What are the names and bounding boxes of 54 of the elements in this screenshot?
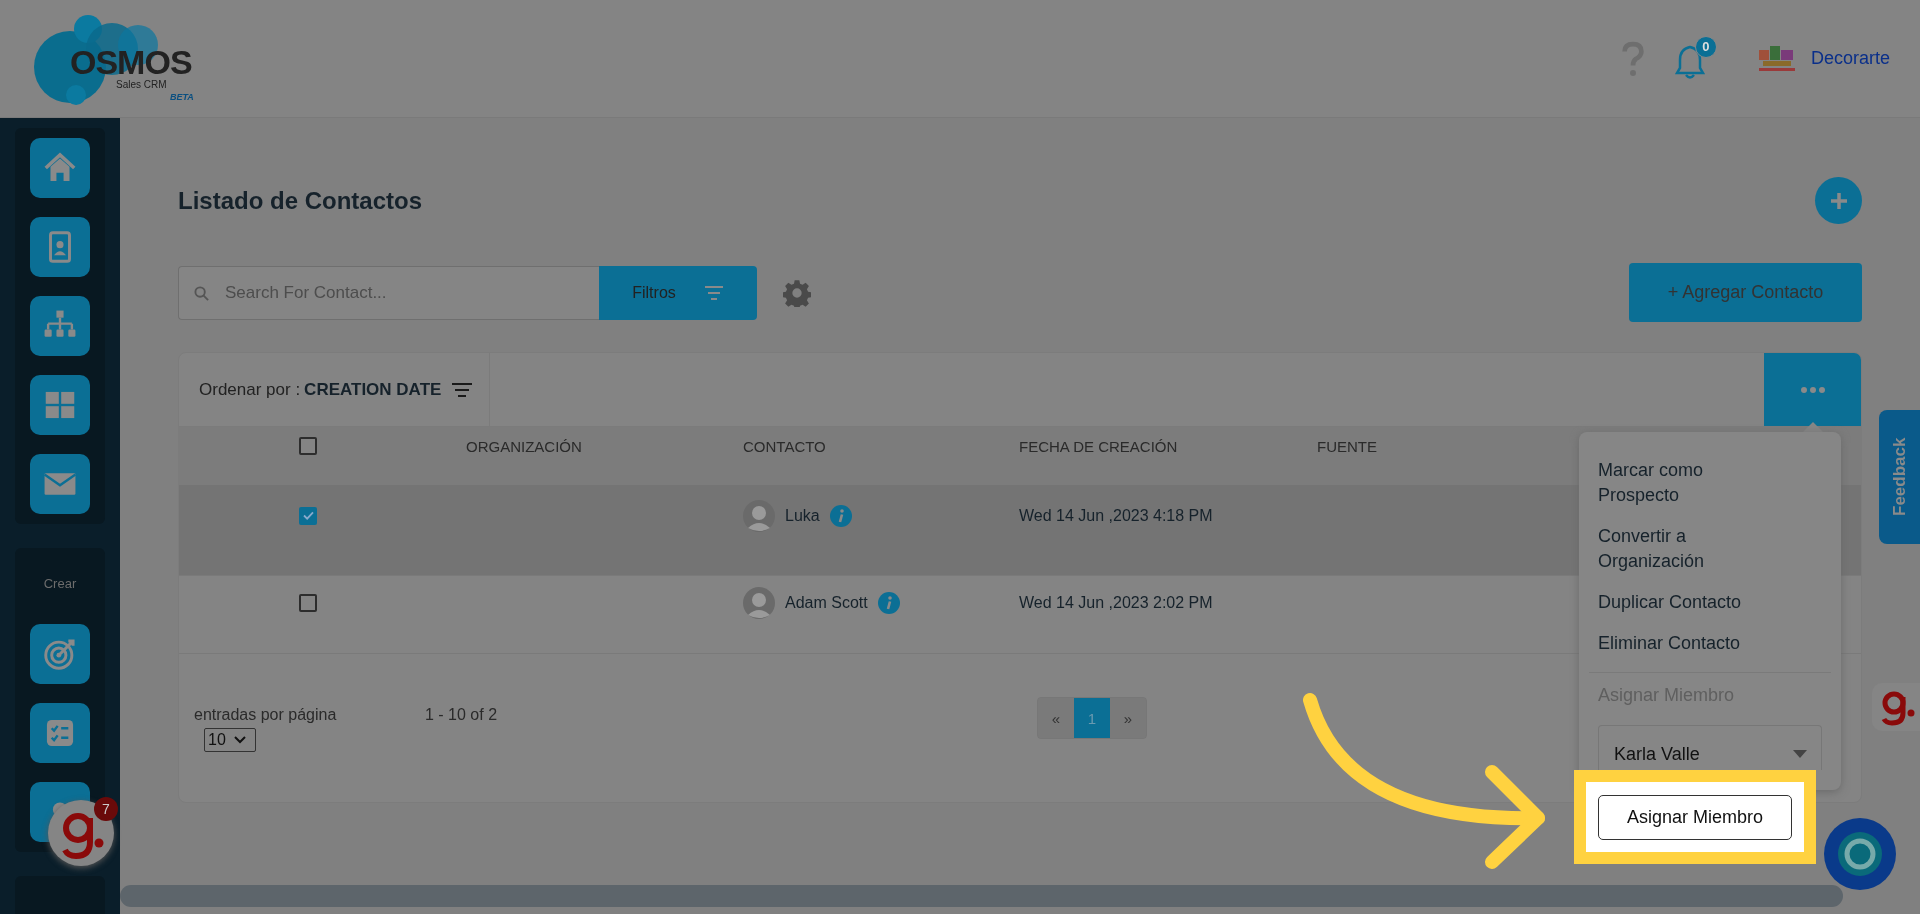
sort-value[interactable]: CREATION DATE bbox=[304, 379, 442, 400]
avatar-icon bbox=[743, 499, 775, 532]
account-name[interactable]: Decorarte bbox=[1810, 48, 1890, 69]
checkbox[interactable] bbox=[299, 506, 317, 525]
helper-widget[interactable] bbox=[1872, 683, 1920, 731]
table-cell-text: Wed 14 Jun ,2023 4:18 PM bbox=[1018, 506, 1214, 525]
per-page-label: entradas por página bbox=[194, 706, 338, 724]
sidebar-item[interactable] bbox=[30, 624, 90, 684]
plus-icon bbox=[1828, 190, 1849, 211]
logo-beta-label: BETA bbox=[170, 91, 194, 102]
per-page-select[interactable]: 10 bbox=[204, 728, 256, 752]
menu-item[interactable]: Eliminar Contacto bbox=[1579, 623, 1798, 664]
notification-badge: 0 bbox=[1694, 35, 1717, 58]
section-label: Crear bbox=[43, 576, 77, 591]
page-title: Listado de Contactos bbox=[178, 186, 423, 215]
search-icon bbox=[194, 285, 209, 301]
sort-icon bbox=[451, 381, 474, 398]
sidebar-item[interactable] bbox=[30, 138, 90, 198]
info-icon bbox=[877, 592, 900, 615]
horizontal-scrollbar[interactable] bbox=[120, 885, 1843, 907]
column-header: FECHA DE CREACIÓN bbox=[1018, 437, 1179, 455]
add-contact-button[interactable]: + Agregar Contacto bbox=[1629, 263, 1862, 322]
menu-item[interactable]: Duplicar Contacto bbox=[1579, 582, 1798, 623]
contact-name[interactable]: Luka bbox=[785, 506, 820, 525]
notification-bell-icon[interactable]: 0 bbox=[1674, 35, 1715, 82]
sort-label: Ordenar por : bbox=[199, 379, 301, 400]
sidebar-item[interactable] bbox=[30, 454, 90, 514]
column-header: CONTACTO bbox=[742, 437, 827, 455]
filter-icon bbox=[703, 284, 724, 301]
sidebar-item[interactable] bbox=[30, 703, 90, 763]
sidebar-item[interactable] bbox=[30, 375, 90, 435]
search-field[interactable]: Search For Contact... bbox=[178, 265, 599, 320]
contact-name[interactable]: Adam Scott bbox=[785, 594, 868, 613]
checkbox[interactable] bbox=[299, 437, 317, 455]
menu-item[interactable]: Convertir a Organización bbox=[1579, 516, 1798, 582]
chat-bubble-icon[interactable] bbox=[1824, 818, 1896, 890]
avatar-icon bbox=[743, 587, 775, 620]
table-cell-text: Wed 14 Jun ,2023 2:02 PM bbox=[1018, 594, 1214, 613]
settings-icon[interactable] bbox=[783, 278, 811, 307]
more-icon bbox=[1800, 386, 1825, 393]
logo-subtitle: Sales CRM bbox=[116, 78, 167, 90]
range-label: 1 - 10 of 2 bbox=[425, 706, 498, 725]
info-icon bbox=[829, 504, 852, 527]
chevron-down-icon bbox=[233, 736, 246, 744]
caret-down-icon bbox=[1793, 750, 1807, 758]
filter-button[interactable]: Filtros bbox=[599, 265, 757, 320]
assign-member-button[interactable]: Asignar Miembro bbox=[1598, 794, 1792, 840]
column-header: FUENTE bbox=[1316, 437, 1378, 455]
menu-item[interactable]: Marcar como Prospecto bbox=[1579, 450, 1798, 516]
checkbox[interactable] bbox=[299, 594, 317, 613]
column-header: ORGANIZACIÓN bbox=[465, 437, 583, 455]
check-icon bbox=[302, 511, 314, 520]
sidebar-item[interactable] bbox=[30, 296, 90, 356]
sidebar-item[interactable] bbox=[30, 217, 90, 277]
